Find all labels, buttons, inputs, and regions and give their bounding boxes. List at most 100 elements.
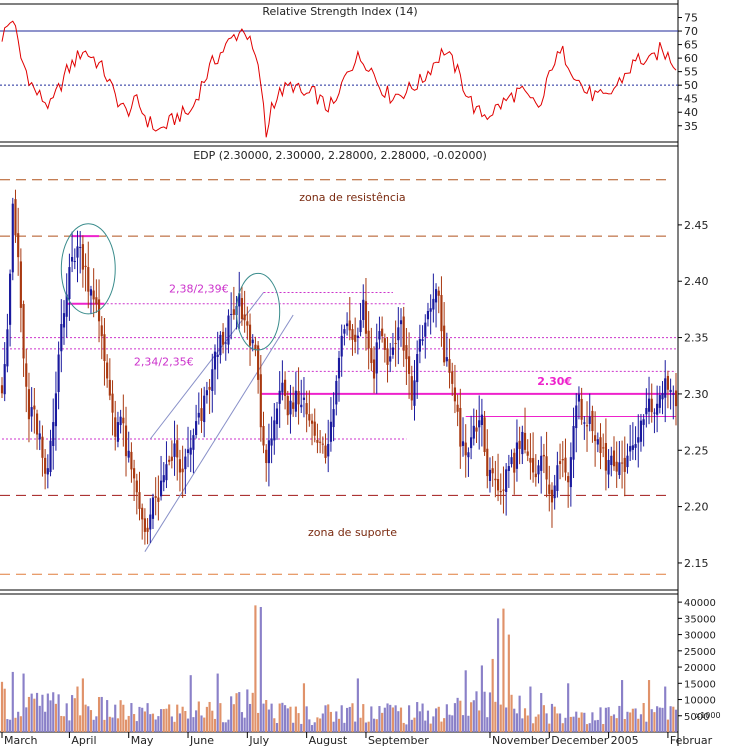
- volume-bar: [170, 716, 173, 732]
- volume-bar: [41, 694, 44, 732]
- candle-body: [178, 459, 182, 473]
- volume-bar: [62, 716, 66, 732]
- volume-bar: [146, 703, 149, 732]
- candle-body: [203, 395, 206, 423]
- volume-bar: [637, 718, 640, 732]
- candle-body: [284, 379, 287, 396]
- volume-bar: [391, 707, 394, 732]
- candle-body: [146, 527, 149, 532]
- rsi-tick-label: 55: [684, 66, 698, 79]
- volume-bar: [470, 702, 473, 732]
- candle-body: [461, 441, 465, 446]
- candle-body: [408, 356, 411, 374]
- volume-bar: [286, 708, 289, 732]
- candle-body: [138, 492, 141, 509]
- candle-body: [372, 359, 376, 379]
- candle-body: [57, 354, 60, 392]
- candle-body: [162, 475, 165, 483]
- price-annotation: 2.30€: [537, 375, 572, 388]
- volume-bar: [602, 724, 605, 732]
- candle-body: [591, 410, 594, 432]
- volume-bar: [262, 703, 265, 732]
- volume-bar: [184, 710, 187, 732]
- volume-bar: [426, 710, 430, 732]
- candle-body: [335, 380, 338, 405]
- candle-body: [658, 395, 661, 408]
- candle-body: [359, 320, 362, 333]
- candle-body: [119, 416, 122, 426]
- candle-body: [246, 321, 249, 326]
- volume-bar: [319, 718, 322, 732]
- volume-bar: [534, 716, 537, 732]
- candle-body: [637, 437, 640, 443]
- candle-body: [364, 301, 368, 334]
- volume-bar: [475, 691, 478, 732]
- candle-body: [92, 290, 95, 300]
- volume-bar: [9, 719, 12, 732]
- candle-body: [305, 403, 308, 415]
- date-tick-label: April: [71, 734, 96, 746]
- candle-body: [165, 464, 168, 481]
- candle-body: [634, 444, 637, 448]
- volume-bar: [203, 717, 206, 732]
- volume-tick-label: 35000: [684, 614, 716, 625]
- candle-body: [348, 320, 351, 331]
- volume-bar: [375, 719, 378, 732]
- volume-bar: [666, 719, 669, 732]
- candle-body: [413, 380, 416, 406]
- volume-bar: [459, 700, 462, 732]
- volume-bar: [178, 713, 182, 732]
- volume-tick-label: 20000: [684, 663, 716, 674]
- volume-bar: [416, 702, 419, 732]
- volume-bar: [87, 706, 90, 732]
- volume-bar: [478, 710, 481, 732]
- volume-bar: [367, 721, 370, 732]
- volume-bar: [397, 711, 400, 732]
- volume-bar: [38, 705, 41, 732]
- candle-body: [267, 440, 270, 464]
- candle-body: [227, 315, 230, 345]
- volume-bar: [89, 710, 93, 732]
- volume-bar: [359, 717, 362, 732]
- volume-bar: [197, 701, 200, 732]
- volume-bar: [143, 711, 146, 732]
- volume-bar: [149, 714, 152, 732]
- volume-bar: [195, 710, 198, 732]
- volume-bar: [305, 706, 308, 732]
- volume-bar: [119, 700, 122, 732]
- volume-bar: [561, 723, 564, 732]
- volume-bar: [480, 665, 483, 732]
- candle-body: [548, 484, 551, 494]
- candle-body: [168, 459, 171, 462]
- volume-tick-label: 10000: [684, 696, 716, 707]
- candle-body: [416, 354, 419, 383]
- volume-bar: [596, 719, 599, 732]
- candle-body: [494, 478, 497, 481]
- volume-bar: [235, 693, 238, 732]
- volume-bar: [33, 698, 36, 732]
- candle-body: [534, 473, 537, 478]
- price-tick-label: 2.20: [684, 501, 709, 514]
- volume-bar: [618, 705, 621, 732]
- volume-bar: [556, 713, 559, 732]
- volume-bar: [483, 691, 486, 732]
- candle-body: [17, 233, 20, 258]
- volume-bar: [381, 712, 384, 732]
- volume-bar: [54, 703, 57, 732]
- volume-bar: [537, 714, 540, 732]
- candle-body: [650, 398, 653, 413]
- volume-bar: [192, 717, 195, 732]
- candle-body: [195, 421, 198, 436]
- candle-body: [340, 335, 343, 357]
- candle-body: [143, 518, 146, 532]
- volume-bar: [219, 703, 222, 732]
- date-tick-label: June: [189, 734, 214, 746]
- candle-body: [612, 450, 616, 467]
- price-annotation: zona de suporte: [308, 526, 397, 539]
- candle-body: [230, 313, 233, 315]
- volume-bar: [386, 703, 389, 732]
- candle-body: [464, 442, 467, 456]
- date-tick-label: August: [309, 734, 348, 746]
- volume-bar: [499, 704, 502, 732]
- volume-bar: [553, 706, 556, 732]
